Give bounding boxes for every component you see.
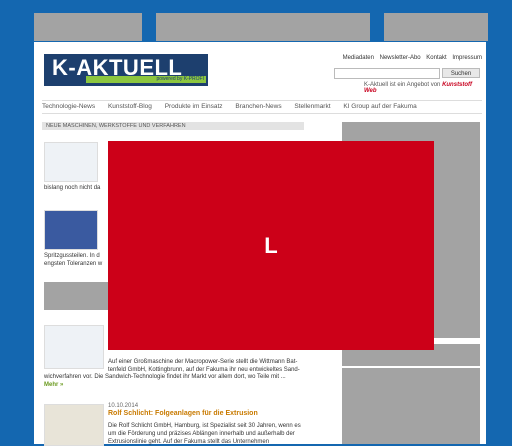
article-body-line: Auf einer Großmaschine der Macropower-Se… <box>108 359 298 365</box>
article-body-line: wichverfahren vor. Die Sandwich-Technolo… <box>44 374 286 380</box>
article-snippet-line: Spritzgussteilen. In d <box>44 253 100 259</box>
link-kontakt[interactable]: Kontakt <box>426 55 446 61</box>
overlay-panel[interactable]: L <box>108 141 434 350</box>
article-body: Die Rolf Schlicht GmbH, Hamburg, ist Spe… <box>108 422 318 438</box>
ad-sidebar-3[interactable] <box>342 368 480 444</box>
main-nav: Technologie-News Kunststoff-Blog Produkt… <box>42 100 482 114</box>
section-heading: NEUE MASCHINEN, WERKSTOFFE UND VERFAHREN <box>42 122 304 130</box>
tagline: K-Aktuell ist ein Angebot von Kunststoff… <box>364 82 486 94</box>
article-image[interactable] <box>44 325 104 369</box>
link-newsletter[interactable]: Newsletter-Abo <box>380 55 421 61</box>
nav-item-technologie[interactable]: Technologie-News <box>42 103 95 110</box>
article-body-line: um die Förderung und präzises Ablängen i… <box>108 431 295 437</box>
link-impressum[interactable]: Impressum <box>452 55 482 61</box>
search-input[interactable] <box>334 68 440 79</box>
article-image[interactable] <box>44 404 104 446</box>
logo-subtitle: powered by K-PROFI <box>86 76 206 83</box>
ad-banner-center[interactable] <box>156 13 370 41</box>
nav-item-fakuma[interactable]: KI Group auf der Fakuma <box>343 103 416 110</box>
overlay-label: L <box>264 232 278 258</box>
link-mediadaten[interactable]: Mediadaten <box>343 55 374 61</box>
ad-banner-left[interactable] <box>34 13 142 41</box>
nav-item-produkte[interactable]: Produkte im Einsatz <box>165 103 223 110</box>
article-body-line: Extrusionslinie geht. Auf der Fakuma ste… <box>108 439 270 445</box>
article-date: 10.10.2014 <box>108 403 139 409</box>
more-link[interactable]: Mehr » <box>44 381 63 389</box>
article-snippet-line: engsten Toleranzen w <box>44 261 103 267</box>
article-body: Auf einer Großmaschine der Macropower-Se… <box>108 358 318 374</box>
article-image[interactable] <box>44 210 98 250</box>
article-headline[interactable]: Rolf Schlicht: Folgeanlagen für die Extr… <box>108 410 258 417</box>
nav-item-blog[interactable]: Kunststoff-Blog <box>108 103 152 110</box>
article-image[interactable] <box>44 142 98 182</box>
search-button[interactable]: Suchen <box>442 68 480 78</box>
article-snippet: bislang noch nicht da <box>44 185 101 191</box>
top-links: Mediadaten Newsletter-Abo Kontakt Impres… <box>339 55 482 61</box>
article-body-line: Die Rolf Schlicht GmbH, Hamburg, ist Spe… <box>108 423 301 429</box>
ad-banner-right[interactable] <box>384 13 488 41</box>
nav-item-stellenmarkt[interactable]: Stellenmarkt <box>294 103 330 110</box>
article-snippet: Spritzgussteilen. In d engsten Toleranze… <box>44 252 102 268</box>
nav-item-branchen[interactable]: Branchen-News <box>235 103 281 110</box>
ad-inline[interactable] <box>44 282 108 310</box>
